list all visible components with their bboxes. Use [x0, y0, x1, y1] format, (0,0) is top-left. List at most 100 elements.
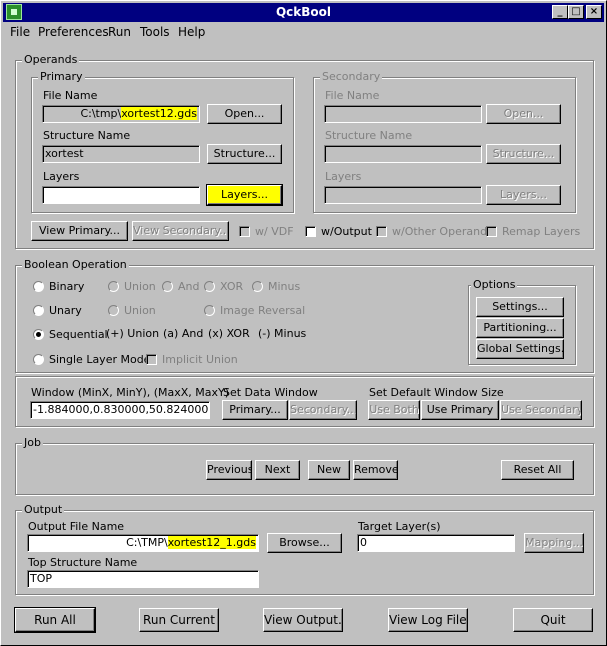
menu-file[interactable]: File — [10, 25, 30, 39]
secondary-file-name-label: File Name — [325, 89, 380, 102]
primary-layers-button[interactable]: Layers... — [206, 184, 283, 206]
operands-label: Operands — [22, 53, 80, 66]
seq-xor-label: (x) XOR — [208, 327, 250, 340]
union-radio[interactable] — [108, 281, 119, 292]
xor-radio[interactable] — [204, 281, 215, 292]
minus-radio[interactable] — [252, 281, 263, 292]
secondary-structure-button[interactable]: Structure... — [486, 144, 561, 164]
previous-button[interactable]: Previous — [206, 460, 252, 480]
browse-button[interactable]: Browse... — [267, 533, 342, 553]
secondary-label: Secondary — [320, 70, 383, 83]
output-file-name-label: Output File Name — [28, 520, 125, 533]
maximize-icon[interactable]: □ — [568, 5, 584, 19]
view-secondary-button[interactable]: View Secondary... — [132, 221, 229, 241]
quit-button[interactable]: Quit — [513, 608, 593, 632]
view-log-file-button[interactable]: View Log File... — [388, 608, 468, 632]
seq-and-label: (a) And — [163, 327, 204, 340]
target-layers-field[interactable]: 0 — [357, 534, 515, 552]
primary-label: Primary — [38, 70, 85, 83]
primary-file-path: C:\tmp\ — [80, 107, 122, 120]
secondary-layers-button[interactable]: Layers... — [486, 185, 561, 205]
menu-run[interactable]: Run — [108, 25, 131, 39]
secondary-layers-field — [324, 186, 482, 204]
sequential-radio[interactable] — [33, 329, 44, 340]
menu-tools[interactable]: Tools — [140, 25, 170, 39]
window-title: QckBool — [275, 5, 332, 19]
use-primary-button[interactable]: Use Primary — [421, 400, 499, 420]
use-secondary-button[interactable]: Use Secondary — [500, 400, 582, 420]
job-label: Job — [22, 436, 43, 449]
primary-file-name: xortest12.gds — [121, 107, 197, 120]
window-label: Window (MinX, MinY), (MaxX, MaxY) — [31, 386, 230, 399]
remap-layers-checkbox[interactable] — [486, 226, 497, 237]
next-button[interactable]: Next — [255, 460, 300, 480]
use-both-button[interactable]: Use Both — [368, 400, 420, 420]
mapping-button[interactable]: Mapping... — [524, 533, 584, 553]
binary-label: Binary — [49, 280, 85, 293]
unary-union-radio[interactable] — [108, 305, 119, 316]
w-vdf-checkbox[interactable] — [239, 226, 250, 237]
app-window: QckBool _ □ × File Preferences Run Tools… — [0, 0, 607, 646]
sequential-label: Sequential — [49, 328, 108, 341]
w-output-checkbox[interactable] — [305, 226, 316, 237]
secondary-open-button[interactable]: Open... — [486, 104, 561, 124]
options-label: Options — [471, 278, 518, 291]
top-structure-name-label: Top Structure Name — [28, 556, 138, 569]
set-data-window-label: Set Data Window — [223, 386, 318, 399]
minus-label: Minus — [268, 280, 301, 293]
implicit-union-label: Implicit Union — [162, 353, 238, 366]
menu-preferences[interactable]: Preferences — [38, 25, 109, 39]
close-icon[interactable]: × — [586, 5, 602, 19]
single-layer-mode-label: Single Layer Mode — [49, 353, 151, 366]
window-coordinates-field[interactable]: -1.884000,0.830000,50.824000,20. — [30, 401, 210, 419]
menu-bar: File Preferences Run Tools Help — [3, 23, 604, 41]
primary-file-name-field[interactable]: C:\tmp\xortest12.gds — [42, 105, 200, 123]
primary-structure-button[interactable]: Structure... — [207, 144, 282, 164]
remap-layers-label: Remap Layers — [502, 225, 581, 238]
set-default-window-size-label: Set Default Window Size — [369, 386, 504, 399]
view-output-button[interactable]: View Output... — [263, 608, 343, 632]
output-label: Output — [22, 503, 65, 516]
union-label: Union — [124, 280, 156, 293]
w-vdf-label: w/ VDF — [255, 225, 294, 238]
w-other-operand-checkbox[interactable] — [376, 226, 387, 237]
secondary-structure-name-field — [324, 145, 482, 163]
minimize-icon[interactable]: _ — [552, 5, 568, 19]
binary-radio[interactable] — [33, 281, 44, 292]
implicit-union-checkbox[interactable] — [146, 354, 157, 365]
image-reversal-label: Image Reversal — [220, 304, 306, 317]
secondary-layers-label: Layers — [325, 170, 362, 183]
and-radio[interactable] — [162, 281, 173, 292]
top-structure-name-field[interactable]: TOP — [27, 570, 259, 588]
primary-layers-field[interactable] — [42, 186, 200, 204]
image-reversal-radio[interactable] — [204, 305, 215, 316]
unary-union-label: Union — [124, 304, 156, 317]
menu-help[interactable]: Help — [178, 25, 205, 39]
title-bar[interactable]: QckBool _ □ × — [3, 3, 604, 22]
seq-union-label: (+) Union — [106, 327, 160, 340]
primary-structure-name-label: Structure Name — [43, 129, 131, 142]
boolean-operation-label: Boolean Operation — [22, 258, 129, 271]
seq-minus-label: (-) Minus — [258, 327, 307, 340]
run-all-button[interactable]: Run All — [14, 607, 96, 633]
new-button[interactable]: New — [308, 460, 350, 480]
view-primary-button[interactable]: View Primary... — [31, 221, 128, 241]
reset-all-button[interactable]: Reset All — [501, 460, 574, 480]
settings-button[interactable]: Settings... — [476, 297, 564, 317]
single-layer-mode-radio[interactable] — [33, 354, 44, 365]
primary-file-name-label: File Name — [43, 89, 98, 102]
w-output-label: w/Output — [321, 225, 372, 238]
global-settings-button[interactable]: Global Settings... — [476, 339, 564, 359]
window-primary-button[interactable]: Primary... — [222, 400, 288, 420]
window-secondary-button[interactable]: Secondary... — [289, 400, 357, 420]
output-file-name-field[interactable]: C:\TMP\xortest12_1.gds — [27, 534, 259, 552]
primary-layers-label: Layers — [43, 170, 80, 183]
output-file-name: xortest12_1.gds — [167, 536, 256, 549]
run-current-button[interactable]: Run Current — [139, 608, 219, 632]
primary-open-button[interactable]: Open... — [207, 104, 282, 124]
unary-radio[interactable] — [33, 305, 44, 316]
remove-button[interactable]: Remove — [353, 460, 398, 480]
partitioning-button[interactable]: Partitioning... — [476, 318, 564, 338]
xor-label: XOR — [220, 280, 244, 293]
primary-structure-name-field[interactable]: xortest — [42, 145, 200, 163]
